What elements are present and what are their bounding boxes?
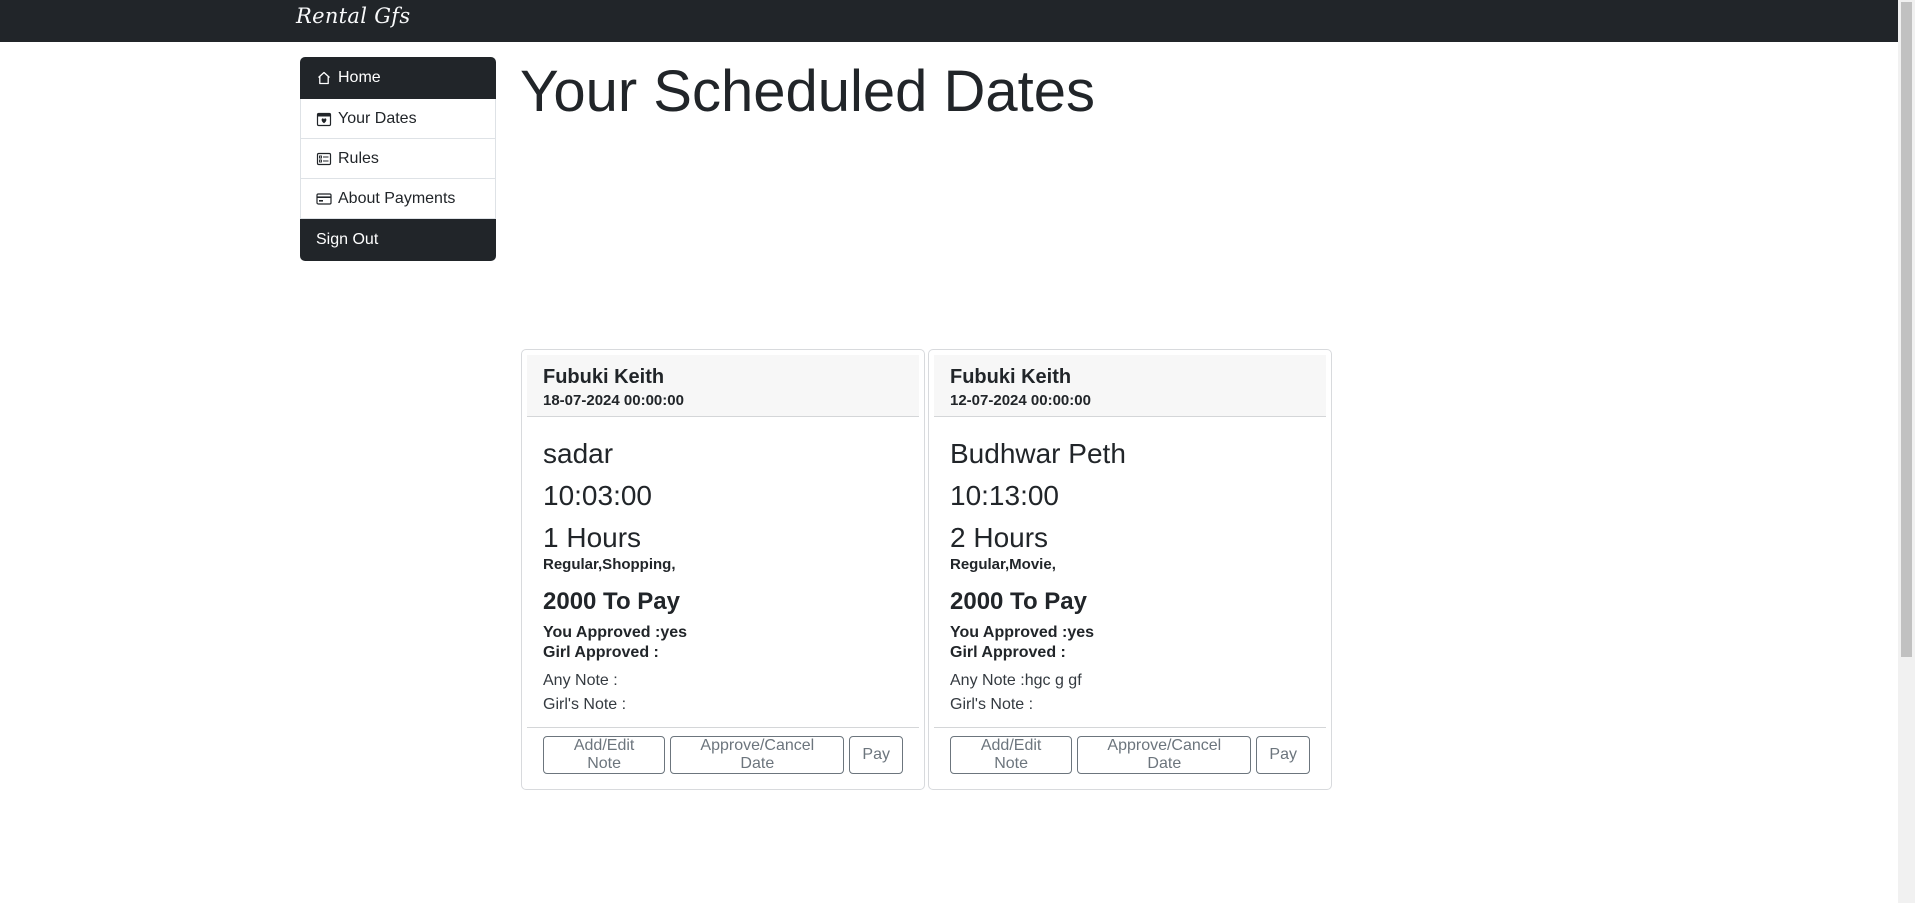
top-navbar: Rental Gfs	[0, 0, 1898, 42]
card-footer: Add/Edit Note Approve/Cancel Date Pay	[527, 727, 919, 784]
card-duration: 1 Hours	[543, 522, 642, 553]
card-person-name: Fubuki Keith	[950, 366, 1072, 388]
home-icon	[316, 70, 332, 86]
card-you-approved: You Approved :yes	[950, 624, 1095, 641]
brand-logo[interactable]: Rental Gfs	[296, 4, 410, 28]
card-body: Budhwar Peth 10:13:00 2 Hours Regular,Mo…	[934, 417, 1326, 717]
sidebar: Home Your Dates Rules About Payments Sig…	[300, 57, 496, 261]
card-body: sadar 10:03:00 1 Hours Regular,Shopping,…	[527, 417, 919, 717]
card-place: sadar	[543, 438, 614, 469]
sidebar-item-rules[interactable]: Rules	[300, 139, 496, 179]
sidebar-item-label: Your Dates	[338, 109, 417, 127]
add-edit-note-button[interactable]: Add/Edit Note	[950, 736, 1073, 774]
card-time: 10:13:00	[950, 480, 1059, 511]
card-any-note: Any Note :	[543, 672, 618, 689]
card-header: Fubuki Keith 12-07-2024 00:00:00	[934, 355, 1326, 417]
pay-button[interactable]: Pay	[1256, 736, 1310, 774]
card-date: 18-07-2024 00:00:00	[543, 392, 684, 409]
card-header: Fubuki Keith 18-07-2024 00:00:00	[527, 355, 919, 417]
card-tags: Regular,Movie,	[950, 556, 1056, 573]
sidebar-item-your-dates[interactable]: Your Dates	[300, 99, 496, 139]
date-card: Fubuki Keith 12-07-2024 00:00:00 Budhwar…	[928, 349, 1332, 790]
sidebar-item-home[interactable]: Home	[300, 57, 496, 99]
card-footer: Add/Edit Note Approve/Cancel Date Pay	[934, 727, 1326, 784]
scrollbar-thumb[interactable]	[1901, 2, 1912, 657]
card-person-name: Fubuki Keith	[543, 366, 665, 388]
credit-card-icon	[316, 191, 332, 207]
sidebar-item-label: Home	[338, 69, 381, 86]
approve-cancel-date-button[interactable]: Approve/Cancel Date	[670, 736, 845, 774]
scrollbar[interactable]	[1898, 0, 1915, 903]
card-tags: Regular,Shopping,	[543, 556, 676, 573]
card-date: 12-07-2024 00:00:00	[950, 392, 1091, 409]
sidebar-item-label: Rules	[338, 149, 379, 167]
sign-out-button[interactable]: Sign Out	[300, 219, 496, 261]
card-time: 10:03:00	[543, 480, 652, 511]
card-girls-note: Girl's Note :	[543, 696, 627, 713]
calendar-heart-icon	[316, 111, 332, 127]
page-title: Your Scheduled Dates	[520, 59, 1096, 124]
sidebar-item-label: Sign Out	[316, 230, 379, 248]
card-pay-amount: 2000 To Pay	[543, 588, 680, 615]
sidebar-item-label: About Payments	[338, 189, 456, 207]
card-girl-approved: Girl Approved :	[543, 644, 659, 661]
card-girl-approved: Girl Approved :	[950, 644, 1066, 661]
approve-cancel-date-button[interactable]: Approve/Cancel Date	[1077, 736, 1252, 774]
card-you-approved: You Approved :yes	[543, 624, 688, 641]
list-card-icon	[316, 151, 332, 167]
sidebar-item-about-payments[interactable]: About Payments	[300, 179, 496, 219]
date-card: Fubuki Keith 18-07-2024 00:00:00 sadar 1…	[521, 349, 925, 790]
card-place: Budhwar Peth	[950, 438, 1126, 469]
card-pay-amount: 2000 To Pay	[950, 588, 1087, 615]
add-edit-note-button[interactable]: Add/Edit Note	[543, 736, 666, 774]
card-girls-note: Girl's Note :	[950, 696, 1034, 713]
card-any-note: Any Note :hgc g gf	[950, 672, 1082, 689]
card-duration: 2 Hours	[950, 522, 1049, 553]
pay-button[interactable]: Pay	[849, 736, 903, 774]
